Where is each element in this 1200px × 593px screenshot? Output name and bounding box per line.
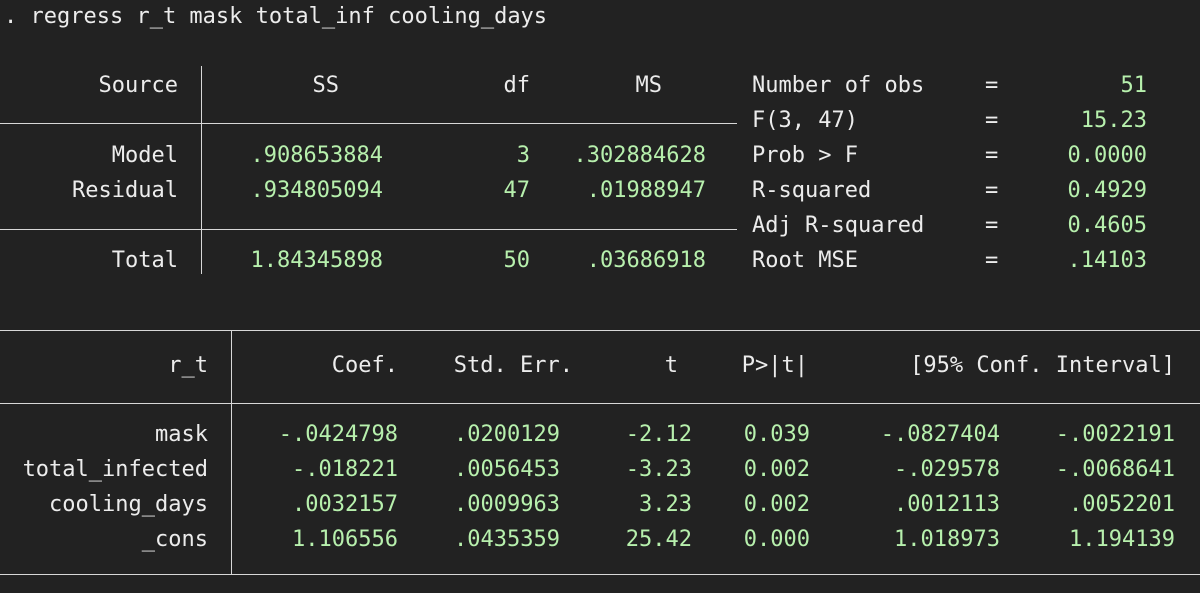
- anova-vertical-divider: [201, 66, 202, 274]
- anova-row-ss: .908653884: [250, 143, 383, 168]
- coef-row-var: total_infected: [22, 457, 208, 482]
- anova-row-df: 50: [503, 248, 531, 273]
- stat-equals: =: [985, 143, 999, 168]
- stat-value: 51: [1120, 73, 1148, 98]
- coef-row-coef: 1.106556: [292, 527, 398, 552]
- coef-row-t: -3.23: [625, 457, 692, 482]
- anova-row-ss: .934805094: [250, 178, 383, 203]
- anova-header-ss: SS: [312, 73, 340, 98]
- coef-bottom-rule: [0, 574, 1200, 575]
- coef-row-ci-low: .0012113: [894, 492, 1000, 517]
- coef-row-p: 0.002: [743, 457, 810, 482]
- stat-value: .14103: [1067, 248, 1147, 273]
- anova-header-rule: [0, 123, 737, 124]
- anova-row-ms: .01988947: [586, 178, 706, 203]
- stat-label: Prob > F: [752, 143, 858, 168]
- stat-label: Number of obs: [752, 73, 925, 98]
- stat-label: Adj R-squared: [752, 213, 925, 238]
- anova-row-label: Total: [111, 248, 178, 273]
- stat-equals: =: [985, 248, 999, 273]
- coef-header-t: t: [664, 353, 678, 378]
- stat-label: R-squared: [752, 178, 872, 203]
- coef-row-ci-low: -.029578: [894, 457, 1000, 482]
- coef-row-coef: .0032157: [292, 492, 398, 517]
- coef-vertical-divider: [231, 330, 232, 575]
- coef-row-p: 0.002: [743, 492, 810, 517]
- coef-row-var: cooling_days: [49, 492, 208, 517]
- coef-row-se: .0009963: [454, 492, 560, 517]
- coef-row-coef: -.018221: [292, 457, 398, 482]
- coef-row-ci-high: -.0068641: [1055, 457, 1175, 482]
- coef-header-coef: Coef.: [331, 353, 398, 378]
- coef-header-p: P>|t|: [741, 353, 808, 378]
- anova-row-label: Model: [111, 143, 178, 168]
- coef-header-var: r_t: [168, 353, 208, 378]
- coef-row-t: -2.12: [625, 422, 692, 447]
- coef-row-ci-low: -.0827404: [880, 422, 1000, 447]
- stat-equals: =: [985, 73, 999, 98]
- stat-equals: =: [985, 178, 999, 203]
- anova-header-source: Source: [98, 73, 178, 98]
- coef-row-ci-high: .0052201: [1069, 492, 1175, 517]
- coef-row-se: .0200129: [454, 422, 560, 447]
- anova-row-ss: 1.84345898: [250, 248, 383, 273]
- stat-value: 0.4929: [1067, 178, 1147, 203]
- stat-equals: =: [985, 213, 999, 238]
- coef-row-coef: -.0424798: [278, 422, 398, 447]
- coef-row-p: 0.000: [743, 527, 810, 552]
- anova-row-df: 47: [503, 178, 531, 203]
- command-line: . regress r_t mask total_inf cooling_day…: [4, 4, 548, 29]
- coef-row-t: 3.23: [639, 492, 692, 517]
- stat-value: 0.4605: [1067, 213, 1147, 238]
- anova-total-rule: [0, 229, 737, 230]
- coef-row-var: _cons: [141, 527, 208, 552]
- coef-row-var: mask: [155, 422, 208, 447]
- coef-row-ci-high: -.0022191: [1055, 422, 1175, 447]
- coef-header-ci: [95% Conf. Interval]: [910, 353, 1175, 378]
- stat-label: Root MSE: [752, 248, 858, 273]
- stat-value: 0.0000: [1067, 143, 1147, 168]
- coef-row-se: .0056453: [454, 457, 560, 482]
- coef-header-rule: [0, 403, 1200, 404]
- anova-row-ms: .302884628: [573, 143, 706, 168]
- coef-row-ci-low: 1.018973: [894, 527, 1000, 552]
- coef-row-se: .0435359: [454, 527, 560, 552]
- coef-row-t: 25.42: [625, 527, 692, 552]
- anova-row-ms: .03686918: [586, 248, 706, 273]
- anova-header-df: df: [503, 73, 531, 98]
- anova-row-df: 3: [516, 143, 530, 168]
- coef-top-rule: [0, 330, 1200, 331]
- coef-header-se: Std. Err.: [453, 353, 573, 378]
- anova-row-label: Residual: [72, 178, 178, 203]
- stat-label: F(3, 47): [752, 108, 858, 133]
- stat-equals: =: [985, 108, 999, 133]
- coef-row-ci-high: 1.194139: [1069, 527, 1175, 552]
- stat-value: 15.23: [1080, 108, 1147, 133]
- coef-row-p: 0.039: [743, 422, 810, 447]
- anova-header-ms: MS: [635, 73, 663, 98]
